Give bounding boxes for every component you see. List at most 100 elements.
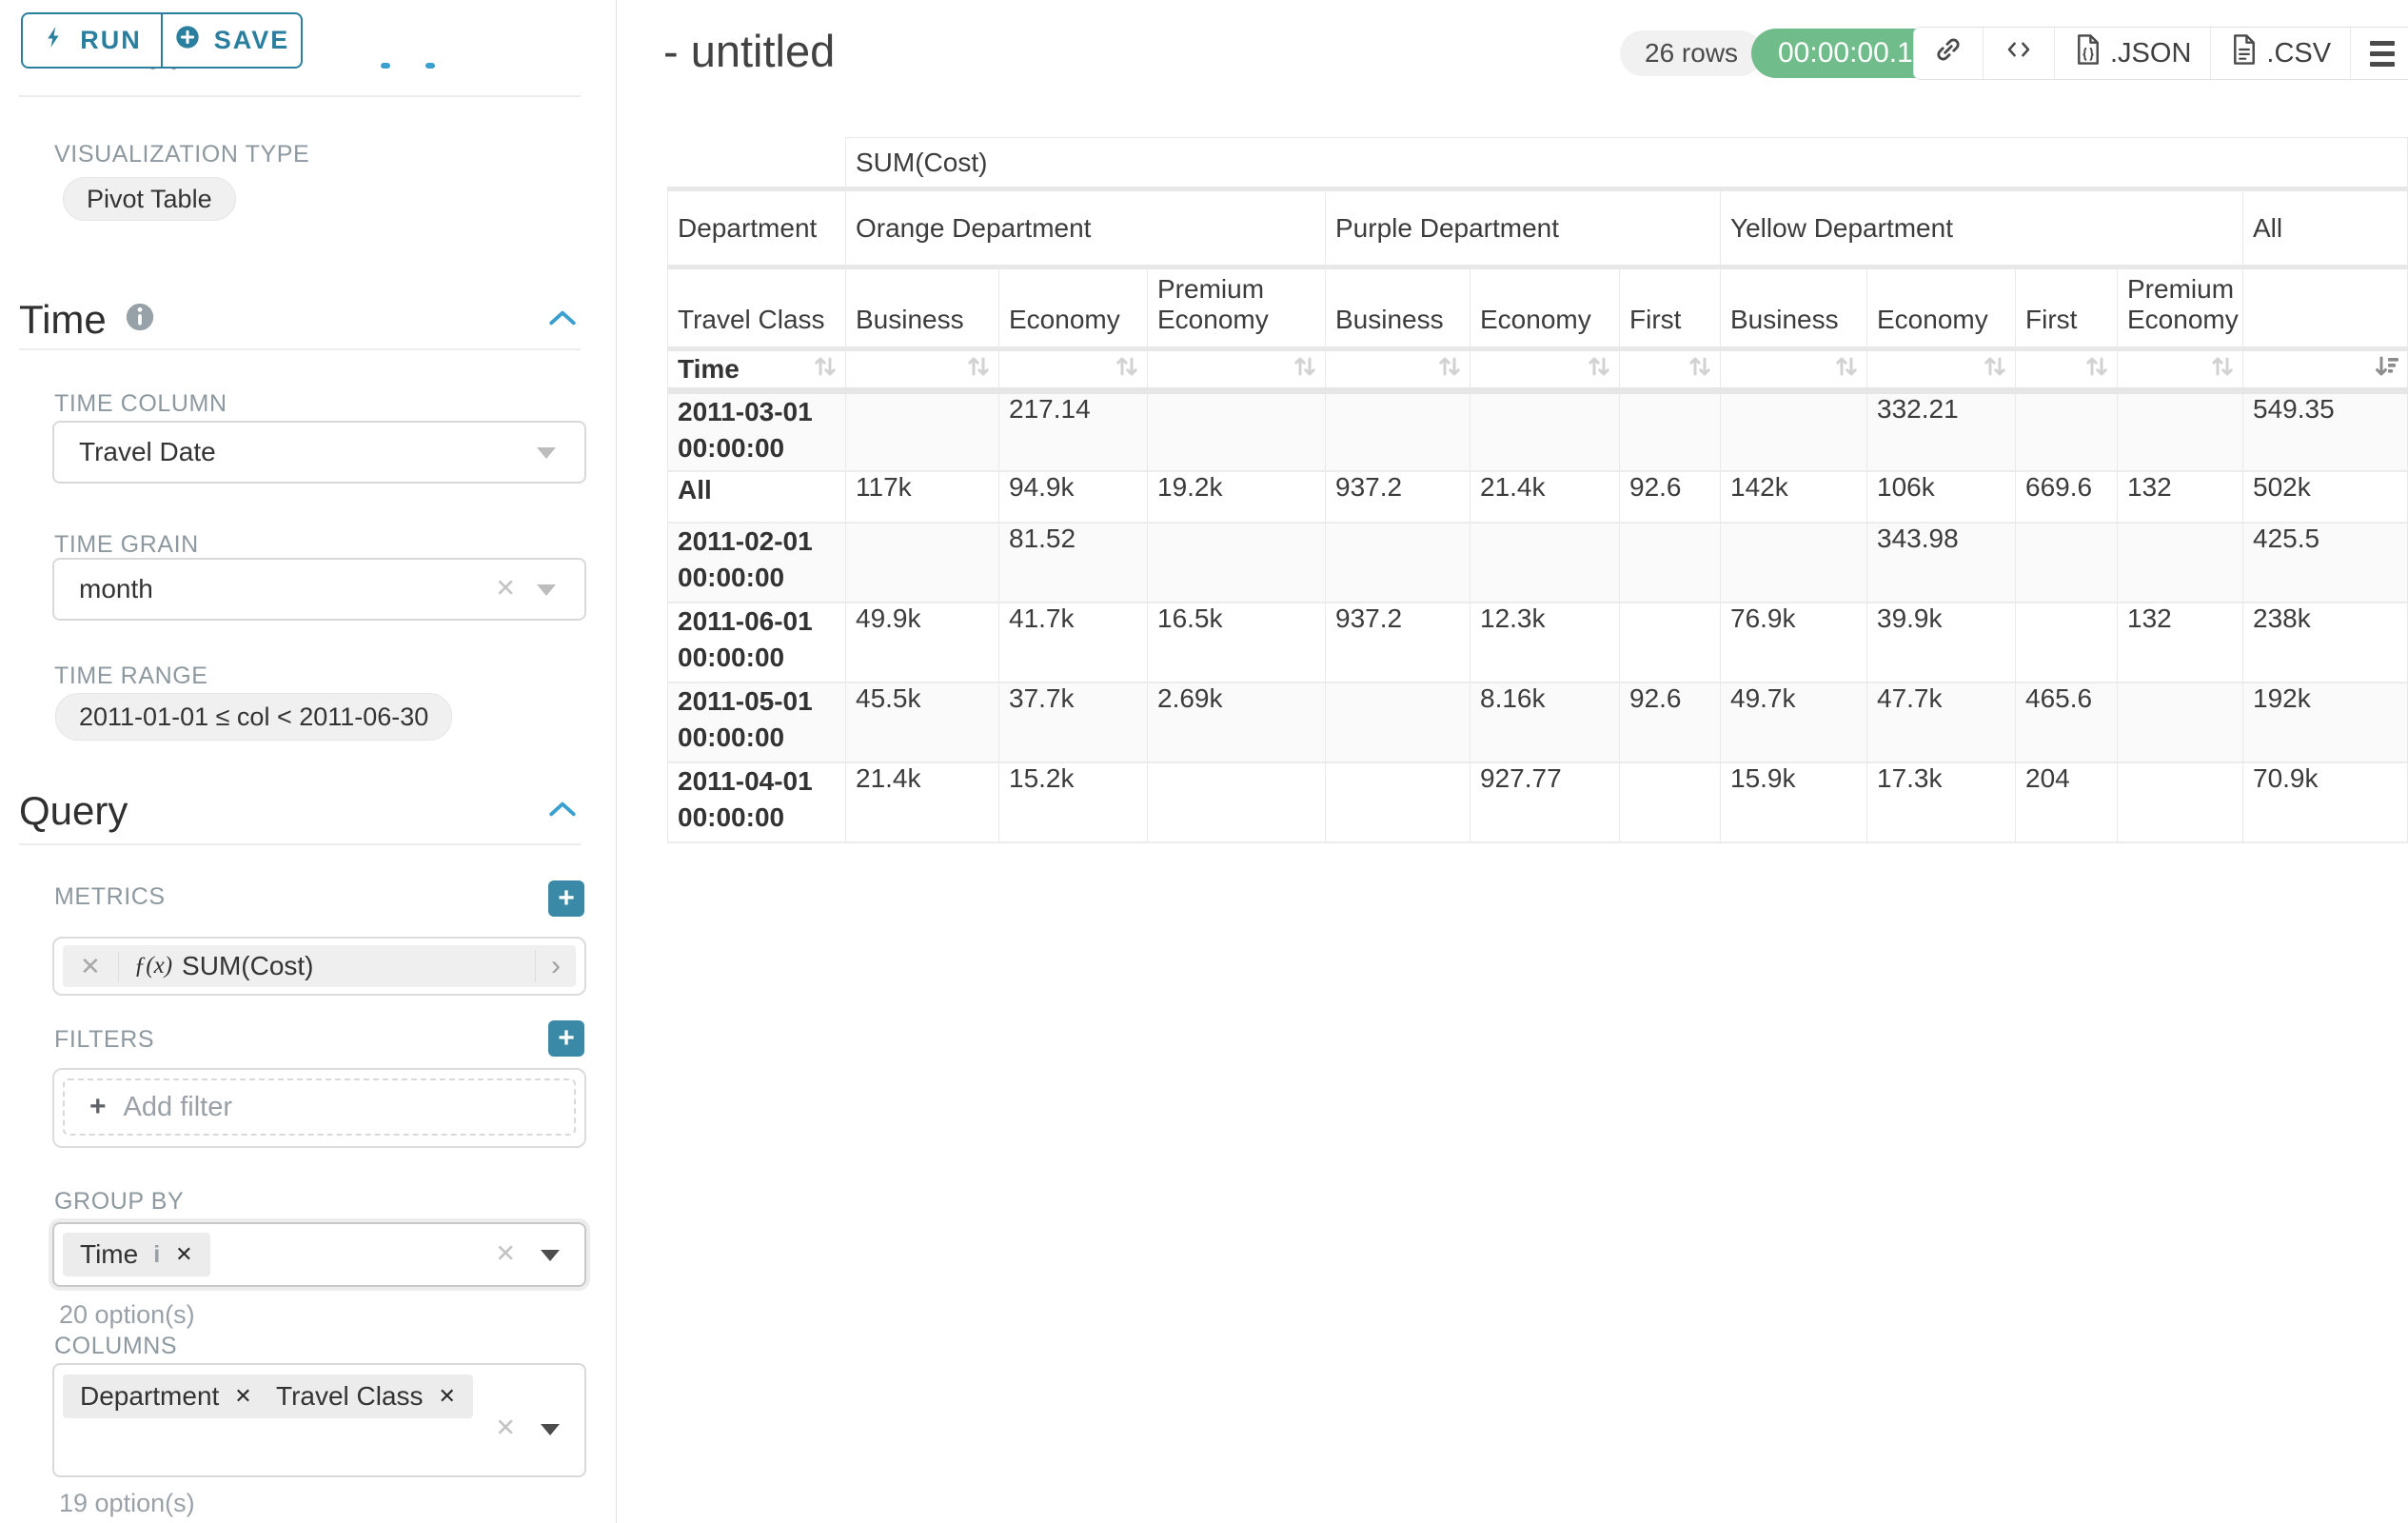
sort-icon[interactable] (1981, 352, 2009, 387)
info-icon[interactable] (124, 297, 156, 343)
department-group-header: Orange Department (846, 189, 1326, 267)
sort-icon[interactable] (1113, 352, 1141, 387)
value-cell (1620, 523, 1721, 603)
sort-cell[interactable] (1867, 349, 2016, 391)
sort-cell[interactable] (846, 349, 999, 391)
hamburger-menu-icon (2370, 41, 2395, 67)
department-group-header: Purple Department (1326, 189, 1721, 267)
columns-label: COLUMNS (54, 1333, 177, 1360)
sort-icon[interactable] (811, 352, 839, 387)
value-cell (1470, 523, 1620, 603)
sort-icon[interactable] (1686, 352, 1714, 387)
sort-cell-sorted-desc[interactable] (2243, 349, 2408, 391)
metric-header-cell: SUM(Cost) (846, 138, 2408, 189)
sort-cell[interactable] (1148, 349, 1326, 391)
sort-icon[interactable] (964, 352, 993, 387)
row-count-badge: 26 rows (1620, 30, 1763, 76)
add-filter-plus-button[interactable]: + (548, 1020, 584, 1057)
value-cell: 19.2k (1148, 471, 1326, 523)
export-json-button[interactable]: .JSON (2054, 28, 2210, 79)
metric-pill[interactable]: ✕ ƒ(x) SUM(Cost) › (63, 945, 576, 987)
row-label-cell: 2011-04-01 00:00:00 (668, 762, 846, 842)
row-dimension-sort-cell[interactable]: Time (668, 349, 846, 391)
sort-icon[interactable] (1291, 352, 1319, 387)
value-cell (2016, 603, 2118, 682)
value-cell: 94.9k (999, 471, 1148, 523)
sort-cell[interactable] (1326, 349, 1470, 391)
value-cell (1148, 523, 1326, 603)
info-icon[interactable]: i (153, 1241, 160, 1269)
add-metric-button[interactable]: + (548, 880, 584, 917)
json-file-icon (2074, 33, 2102, 73)
clear-icon[interactable]: ✕ (495, 1414, 516, 1443)
view-query-button[interactable] (1983, 28, 2054, 79)
value-cell: 332.21 (1867, 391, 2016, 471)
tag-label: Department (80, 1381, 219, 1412)
query-section-heading[interactable]: Query (19, 788, 128, 834)
value-cell (2118, 391, 2243, 471)
value-cell (1326, 391, 1470, 471)
columns-select[interactable]: Department ✕ Travel Class ✕ ✕ (52, 1363, 586, 1477)
sort-icon[interactable] (1832, 352, 1861, 387)
value-cell (2118, 762, 2243, 842)
sort-cell[interactable] (1721, 349, 1867, 391)
sort-cell[interactable] (999, 349, 1148, 391)
sort-icon[interactable] (2208, 352, 2237, 387)
add-filter-button[interactable]: + Add filter (63, 1078, 576, 1136)
value-cell: 2.69k (1148, 682, 1326, 762)
value-cell: 465.6 (2016, 682, 2118, 762)
sort-icon[interactable] (1435, 352, 1464, 387)
remove-tag-icon[interactable]: ✕ (234, 1384, 251, 1409)
remove-tag-icon[interactable]: ✕ (175, 1242, 192, 1267)
value-cell (1721, 391, 1867, 471)
remove-metric-icon[interactable]: ✕ (63, 952, 119, 981)
value-cell: 45.5k (846, 682, 999, 762)
remove-tag-icon[interactable]: ✕ (439, 1384, 456, 1409)
sort-icon[interactable] (1585, 352, 1613, 387)
value-cell: 549.35 (2243, 391, 2408, 471)
sort-cell[interactable] (1620, 349, 1721, 391)
save-button-label: SAVE (214, 26, 290, 55)
group-by-tag-time: Time i ✕ (63, 1233, 210, 1276)
export-csv-button[interactable]: .CSV (2210, 28, 2350, 79)
section-divider (19, 348, 581, 350)
clipped-chevron-fragment (425, 63, 435, 69)
value-cell: 425.5 (2243, 523, 2408, 603)
sort-icon[interactable] (2082, 352, 2111, 387)
time-grain-select[interactable]: month ✕ (52, 558, 586, 621)
share-link-button[interactable] (1914, 28, 1983, 79)
chevron-right-icon[interactable]: › (535, 950, 576, 982)
value-cell (1721, 523, 1867, 603)
time-column-select[interactable]: Travel Date (52, 421, 586, 484)
value-cell: 81.52 (999, 523, 1148, 603)
value-cell: 49.7k (1721, 682, 1867, 762)
collapse-chevron-icon[interactable] (547, 798, 578, 825)
run-button[interactable]: RUN (23, 14, 161, 67)
metrics-select: ✕ ƒ(x) SUM(Cost) › (52, 937, 586, 996)
value-cell (1148, 391, 1326, 471)
table-row: All117k94.9k19.2k937.221.4k92.6142k106k6… (668, 471, 2408, 523)
sort-cell[interactable] (1470, 349, 1620, 391)
group-by-select[interactable]: Time i ✕ ✕ (52, 1222, 586, 1287)
chart-title[interactable]: - untitled (663, 25, 835, 77)
more-options-button[interactable] (2350, 28, 2408, 79)
sort-cell[interactable] (2118, 349, 2243, 391)
travel-class-header: Business (1326, 267, 1470, 349)
time-heading-label: Time (19, 297, 107, 343)
time-section-heading[interactable]: Time (19, 297, 156, 343)
visualization-type-pill[interactable]: Pivot Table (63, 177, 236, 221)
department-group-header: Yellow Department (1721, 189, 2243, 267)
value-cell: 21.4k (1470, 471, 1620, 523)
time-column-label: TIME COLUMN (54, 390, 227, 418)
clear-icon[interactable]: ✕ (495, 573, 516, 603)
save-button[interactable]: SAVE (161, 14, 301, 67)
value-cell (2118, 682, 2243, 762)
visualization-type-value: Pivot Table (87, 185, 212, 214)
sort-cell[interactable] (2016, 349, 2118, 391)
department-group-header: All (2243, 189, 2408, 267)
sort-desc-icon[interactable] (2373, 352, 2401, 387)
collapse-chevron-icon[interactable] (547, 307, 578, 334)
clear-icon[interactable]: ✕ (495, 1238, 516, 1268)
value-cell: 343.98 (1867, 523, 2016, 603)
time-range-pill[interactable]: 2011-01-01 ≤ col < 2011-06-30 (55, 693, 452, 741)
